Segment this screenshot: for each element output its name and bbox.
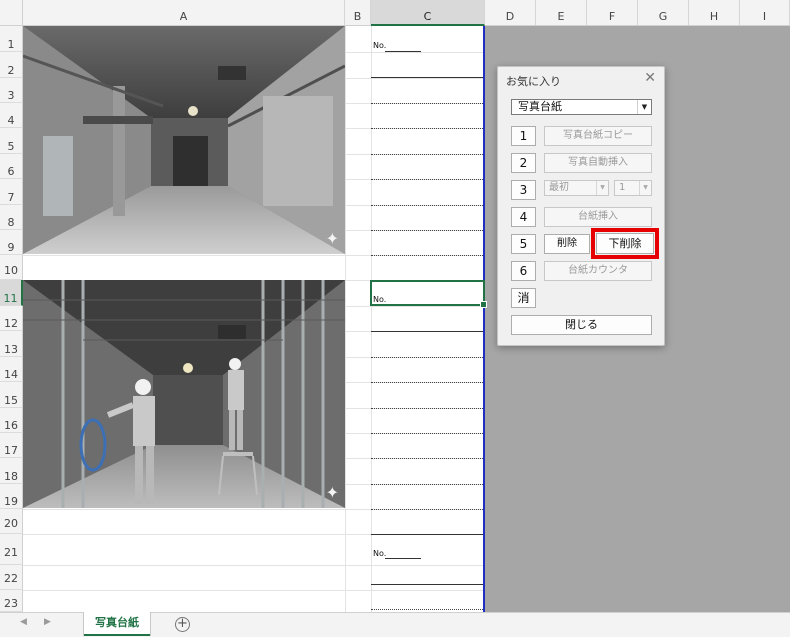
- row-header[interactable]: 8: [0, 205, 23, 230]
- row-header[interactable]: 22: [0, 565, 23, 590]
- scroll-tabs-left-icon[interactable]: ◀: [20, 617, 27, 627]
- position-value: 最初: [549, 182, 569, 193]
- row-header[interactable]: 4: [0, 103, 23, 128]
- photo-number-label: No.: [373, 41, 387, 50]
- insert-sheet-button[interactable]: 台紙挿入: [544, 207, 652, 227]
- photo-empty-interior[interactable]: ✦: [23, 26, 345, 254]
- column-header-e[interactable]: E: [536, 0, 587, 26]
- row-header[interactable]: 18: [0, 458, 23, 484]
- page-break-line: [483, 26, 485, 612]
- close-icon[interactable]: ✕: [644, 70, 656, 86]
- row-header[interactable]: 17: [0, 433, 23, 458]
- dialog-title: お気に入り: [506, 75, 561, 88]
- row-header[interactable]: 1: [0, 26, 23, 52]
- column-header-a[interactable]: A: [23, 0, 345, 26]
- template-dropdown[interactable]: 写真台紙 ▼: [511, 99, 652, 115]
- select-all-corner[interactable]: [0, 0, 23, 26]
- column-header-d[interactable]: D: [485, 0, 536, 26]
- column-header-c[interactable]: C: [371, 0, 485, 26]
- step-6-button[interactable]: 6: [511, 261, 536, 281]
- step-1-button[interactable]: 1: [511, 126, 536, 146]
- row-header[interactable]: 9: [0, 230, 23, 255]
- row-header[interactable]: 20: [0, 509, 23, 534]
- cell-grid[interactable]: No. No. No. ✦ ✦: [23, 26, 487, 612]
- row-header-selected[interactable]: 11: [0, 280, 23, 306]
- sparkle-icon: ✦: [325, 229, 339, 248]
- red-highlight-box: [591, 228, 659, 259]
- column-header-f[interactable]: F: [587, 0, 638, 26]
- row-header[interactable]: 16: [0, 408, 23, 433]
- row-header[interactable]: 19: [0, 484, 23, 509]
- row-header[interactable]: 14: [0, 357, 23, 382]
- row-header[interactable]: 13: [0, 331, 23, 357]
- clear-button[interactable]: 消: [511, 288, 536, 308]
- chevron-down-icon[interactable]: ▼: [637, 100, 651, 114]
- photo-workers-wiring[interactable]: ✦: [23, 280, 345, 508]
- auto-insert-button[interactable]: 写真自動挿入: [544, 153, 652, 173]
- step-4-button[interactable]: 4: [511, 207, 536, 227]
- chevron-down-icon[interactable]: ▼: [639, 181, 651, 195]
- sheet-tab-bar: ◀ ▶ 写真台紙 +: [0, 612, 790, 637]
- row-header[interactable]: 6: [0, 154, 23, 179]
- row-header[interactable]: 15: [0, 382, 23, 408]
- copy-sheet-button[interactable]: 写真台紙コピー: [544, 126, 652, 146]
- row-header[interactable]: 12: [0, 306, 23, 331]
- count-value: 1: [619, 182, 626, 193]
- step-2-button[interactable]: 2: [511, 153, 536, 173]
- column-header-i[interactable]: I: [740, 0, 790, 26]
- count-select[interactable]: 1 ▼: [614, 180, 652, 196]
- favorites-dialog: お気に入り ✕ 写真台紙 ▼ 1 写真台紙コピー 2 写真自動挿入 3 最初 ▼…: [497, 66, 665, 346]
- step-5-button[interactable]: 5: [511, 234, 536, 254]
- dropdown-value: 写真台紙: [518, 100, 562, 113]
- sparkle-icon: ✦: [325, 483, 339, 502]
- scroll-tabs-right-icon[interactable]: ▶: [44, 617, 51, 627]
- column-header-g[interactable]: G: [638, 0, 689, 26]
- sheet-tab-active[interactable]: 写真台紙: [84, 612, 150, 636]
- photo-number-label: No.: [373, 549, 387, 558]
- delete-button[interactable]: 削除: [544, 234, 590, 254]
- close-dialog-button[interactable]: 閉じる: [511, 315, 652, 335]
- step-3-button[interactable]: 3: [511, 180, 536, 200]
- row-header[interactable]: 5: [0, 128, 23, 154]
- column-header-b[interactable]: B: [345, 0, 371, 26]
- row-header[interactable]: 3: [0, 78, 23, 103]
- spreadsheet: A B C D E F G H I 1 2 3 4 5 6 7 8 9 10 1…: [0, 0, 790, 612]
- row-header[interactable]: 23: [0, 590, 23, 612]
- sheet-counter-button[interactable]: 台紙カウンタ: [544, 261, 652, 281]
- row-header[interactable]: 21: [0, 534, 23, 565]
- column-header-h[interactable]: H: [689, 0, 740, 26]
- row-header[interactable]: 7: [0, 179, 23, 205]
- selected-cell-c11[interactable]: [370, 280, 487, 308]
- position-select[interactable]: 最初 ▼: [544, 180, 609, 196]
- row-header[interactable]: 2: [0, 52, 23, 78]
- add-sheet-icon[interactable]: +: [175, 617, 190, 632]
- row-header[interactable]: 10: [0, 255, 23, 280]
- chevron-down-icon[interactable]: ▼: [596, 181, 608, 195]
